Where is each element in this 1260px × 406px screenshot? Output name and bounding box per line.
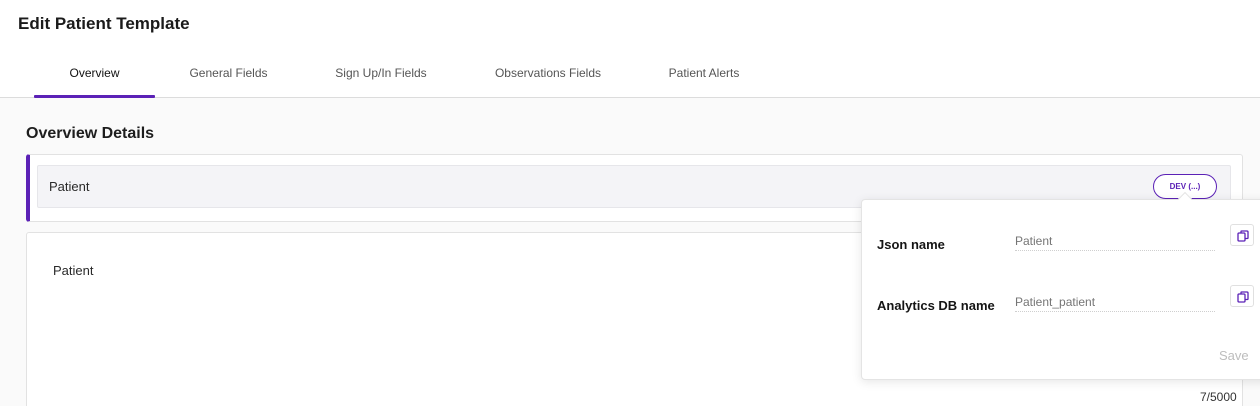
description-text: Patient: [53, 263, 94, 278]
character-counter: 7/5000: [1200, 390, 1237, 404]
section-title: Overview Details: [26, 125, 155, 142]
copy-icon: [1237, 230, 1249, 242]
copy-icon: [1237, 291, 1249, 303]
tab-observations-fields[interactable]: Observations Fields: [480, 49, 616, 97]
template-name-label: Patient: [49, 179, 90, 194]
name-details-popover: Json name Analytics DB name Save: [861, 191, 1260, 380]
tab-sign-up-in-fields[interactable]: Sign Up/In Fields: [318, 49, 444, 97]
json-name-field[interactable]: [1015, 231, 1215, 251]
tab-overview[interactable]: Overview: [34, 49, 155, 98]
copy-json-name-button[interactable]: [1230, 224, 1254, 246]
page-title: Edit Patient Template: [18, 14, 190, 33]
tab-bar: Overview General Fields Sign Up/In Field…: [0, 49, 1260, 98]
json-name-label: Json name: [877, 237, 945, 252]
tab-patient-alerts[interactable]: Patient Alerts: [654, 49, 754, 97]
top-bar: Edit Patient Template: [0, 0, 1260, 49]
save-button[interactable]: Save: [1219, 348, 1249, 363]
analytics-db-name-label: Analytics DB name: [877, 298, 995, 313]
tab-general-fields[interactable]: General Fields: [171, 49, 286, 97]
copy-analytics-db-name-button[interactable]: [1230, 285, 1254, 307]
analytics-db-name-field[interactable]: [1015, 292, 1215, 312]
